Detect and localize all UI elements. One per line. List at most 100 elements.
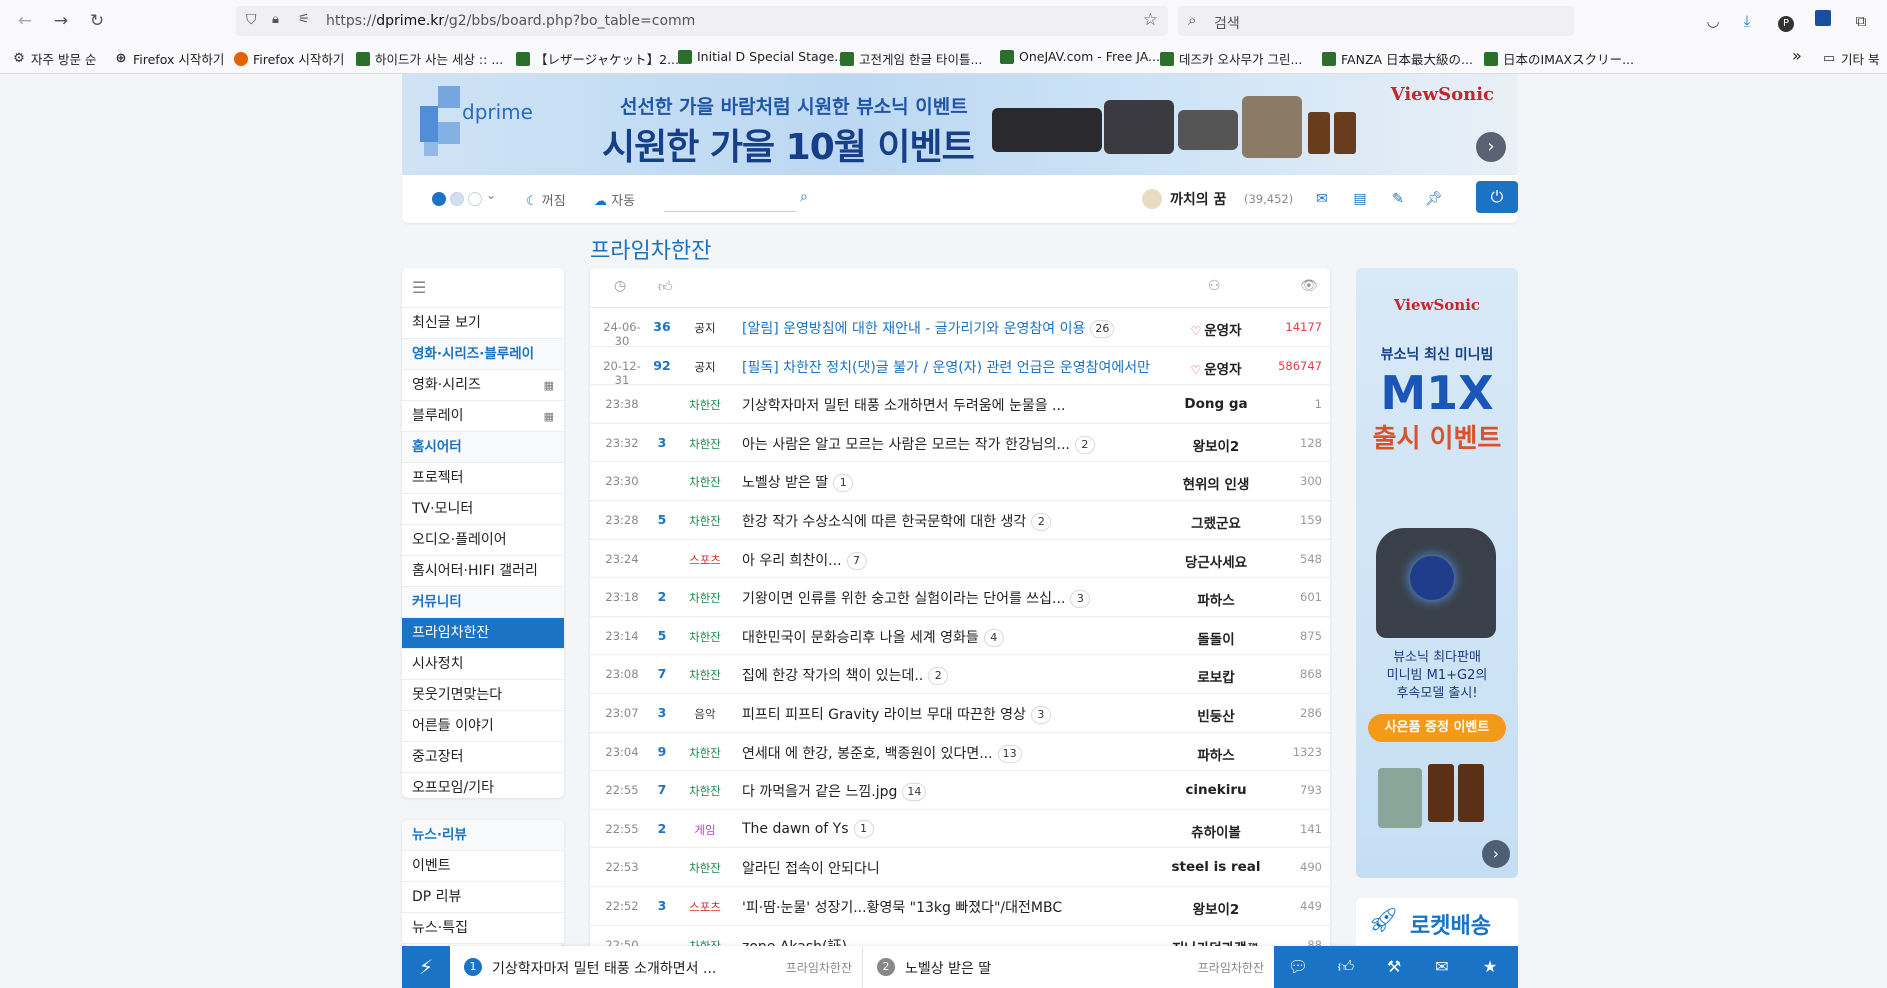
browser-search-bar[interactable]: ⌕ 검색 xyxy=(1178,6,1574,36)
post-category[interactable]: 차한잔 xyxy=(682,629,728,645)
extension-icon[interactable] xyxy=(1812,10,1834,32)
hammer-icon[interactable]: ⚒ xyxy=(1382,956,1406,978)
post-author[interactable]: 로보캅 xyxy=(1156,666,1276,686)
bottom-latest-post[interactable]: 1 기상학자마저 밀턴 태풍 소개하면서 ... 프라임차한잔 xyxy=(450,946,860,988)
post-category[interactable]: 스포츠 xyxy=(682,899,728,915)
sidebar-item[interactable]: 시사정치 xyxy=(402,649,564,680)
thumbs-up-icon[interactable]: 👍︎ xyxy=(658,278,673,295)
post-subject-link[interactable]: The dawn of Ys 1 xyxy=(742,819,874,838)
extensions-puzzle-icon[interactable]: ⧉ xyxy=(1850,10,1872,32)
sidebar-item[interactable]: 프로젝터 xyxy=(402,463,564,494)
post-category[interactable]: 차한잔 xyxy=(682,783,728,799)
permissions-icon[interactable]: ⚟ xyxy=(298,12,310,27)
sidebar-item[interactable]: 블루레이 ▦ xyxy=(402,401,564,432)
post-row[interactable]: 23:28 5 차한잔 한강 작가 수상소식에 따른 한국문학에 대한 생각 2 그랬군요… xyxy=(590,501,1330,540)
post-row[interactable]: 23:32 3 차한잔 아는 사람은 알고 모르는 사람은 모르는 작가 한강님의..… xyxy=(590,424,1330,463)
post-author[interactable]: 그랬군요 xyxy=(1156,512,1276,532)
post-row[interactable]: 22:53 차한잔 알라딘 접속이 안되다니 steel is real 490 xyxy=(590,848,1330,887)
post-row[interactable]: 23:30 차한잔 노벨상 받은 딸 1 현위의 인생 300 xyxy=(590,462,1330,501)
chat-icon[interactable]: 💬︎ xyxy=(1286,956,1310,978)
bookmark-item[interactable]: 고전게임 한글 타이틀... xyxy=(840,49,982,68)
rocket-delivery-ad[interactable]: 🚀︎ 로켓배송 xyxy=(1356,898,1518,946)
bookmark-item[interactable]: 하이드가 사는 세상 :: ... xyxy=(356,49,503,68)
post-author[interactable]: 빈둥산 xyxy=(1156,705,1276,725)
post-row[interactable]: 22:55 2 게임 The dawn of Ys 1 츄하이볼 141 xyxy=(590,810,1330,849)
theme-dot-blue[interactable] xyxy=(432,192,446,206)
post-subject-link[interactable]: 노벨상 받은 딸1 xyxy=(742,472,854,493)
banner-next-icon[interactable]: › xyxy=(1476,132,1506,162)
side-banner-ad[interactable]: ViewSonic 뷰소닉 최신 미니빔 M1X 출시 이벤트 뷰소닉 최다판매… xyxy=(1356,268,1518,878)
avatar[interactable] xyxy=(1142,189,1162,209)
mail-icon[interactable]: ✉ xyxy=(1312,189,1332,209)
post-row[interactable]: 23:08 7 차한잔 집에 한강 작가의 책이 있는데.. 2 로보캅 868 xyxy=(590,655,1330,694)
bookmarks-overflow-icon[interactable]: » xyxy=(1792,46,1802,65)
post-author[interactable]: 파하스 xyxy=(1156,589,1276,609)
site-search-input[interactable] xyxy=(664,186,796,212)
post-row[interactable]: 22:55 7 차한잔 다 까먹을거 같은 느낌.jpg 14 cinekiru 793 xyxy=(590,771,1330,810)
clock-icon[interactable]: ◷ xyxy=(614,278,626,294)
pin-icon[interactable]: 📌︎ xyxy=(1424,189,1444,209)
sidebar-item[interactable]: TV·모니터 xyxy=(402,494,564,525)
post-author[interactable]: 왕보이2 xyxy=(1156,435,1276,455)
post-subject-link[interactable]: 한강 작가 수상소식에 따른 한국문학에 대한 생각 2 xyxy=(742,511,1052,531)
sidebar-item[interactable]: 최신글 보기 xyxy=(402,308,564,339)
lock-icon[interactable]: 🔒︎ xyxy=(272,12,279,27)
post-category[interactable]: 차한잔 xyxy=(682,474,728,490)
post-subject-link[interactable]: [알림] 운영방침에 대한 재안내 - 글가리기와 운영참여 이용 26 xyxy=(742,318,1115,338)
forward-icon[interactable]: → xyxy=(48,9,74,33)
auto-mode-toggle[interactable]: ☁ 자동 xyxy=(594,190,635,209)
pocket-icon[interactable]: ◡ xyxy=(1702,10,1724,32)
sidebar-category[interactable]: 뉴스·리뷰 xyxy=(402,820,564,851)
post-row[interactable]: 23:14 5 차한잔 대한민국이 문화승리후 나올 세계 영화들 4 돌돌이 875 xyxy=(590,617,1330,656)
post-author[interactable]: 왕보이2 xyxy=(1156,898,1276,918)
post-category[interactable]: 게임 xyxy=(682,822,728,838)
post-author[interactable]: cinekiru xyxy=(1156,782,1276,798)
back-icon[interactable]: ← xyxy=(12,9,38,33)
post-row[interactable]: 20-12-31 92 공지 [필독] 차한잔 정치(댓)글 불가 / 운영(자) 관… xyxy=(590,347,1330,387)
post-subject-link[interactable]: 아는 사람은 알고 모르는 사람은 모르는 작가 한강님의... 2 xyxy=(742,434,1095,454)
bookmark-item[interactable]: ⚙ 자주 방문 순 xyxy=(12,49,96,68)
sidebar-category[interactable]: 홈시어터 xyxy=(402,432,564,463)
post-subject-link[interactable]: 기상학자마저 밀턴 태풍 소개하면서 두려움에 눈물을 ... xyxy=(742,395,1065,415)
bookmark-item[interactable]: ▭ 기타 북 xyxy=(1822,49,1880,68)
post-category[interactable]: 차한잔 xyxy=(682,513,728,529)
url-text[interactable]: https://dprime.kr/g2/bbs/board.php?bo_ta… xyxy=(326,13,695,29)
sidebar-item[interactable]: 중고장터 xyxy=(402,742,564,773)
post-subject-link[interactable]: [필독] 차한잔 정치(댓)글 불가 / 운영(자) 관련 언급은 운영참여에서… xyxy=(742,357,1150,377)
post-subject-link[interactable]: 피프티 피프티 Gravity 라이브 무대 따끈한 영상 3 xyxy=(742,704,1051,724)
post-row[interactable]: 23:18 2 차한잔 기왕이면 인류를 위한 숭고한 실험이라는 단어를 쓰십...… xyxy=(590,578,1330,617)
post-row[interactable]: 23:24 스포츠 아 우리 희찬이... 7 당근사세요 548 xyxy=(590,540,1330,579)
post-author[interactable]: ♡ 운영자 xyxy=(1156,319,1276,339)
post-subject-link[interactable]: 알라딘 접속이 안되다니 xyxy=(742,858,880,878)
top-banner-ad[interactable]: dprime 선선한 가을 바람처럼 시원한 뷰소닉 이벤트 시원한 가을 10… xyxy=(402,74,1518,175)
eye-icon[interactable]: 👁︎ xyxy=(1300,278,1318,294)
mail-icon[interactable]: ✉ xyxy=(1430,956,1454,978)
post-subject-link[interactable]: 기왕이면 인류를 위한 숭고한 실험이라는 단어를 쓰십... 3 xyxy=(742,588,1091,609)
sidebar-item[interactable]: 오프모임/기타 xyxy=(402,773,564,798)
sidebar-item[interactable]: 뉴스·특집 xyxy=(402,913,564,944)
sidebar-item[interactable]: 이벤트 xyxy=(402,851,564,882)
theme-dot-light[interactable] xyxy=(450,192,464,206)
url-bar[interactable]: ⛉ 🔒︎ ⚟ https://dprime.kr/g2/bbs/board.ph… xyxy=(236,6,1168,36)
post-category[interactable]: 차한잔 xyxy=(682,745,728,761)
bookmark-item[interactable]: OneJAV.com - Free JA... xyxy=(1000,49,1160,64)
post-author[interactable]: Dong ga xyxy=(1156,396,1276,412)
bookmark-item[interactable]: ⊕ Firefox 시작하기 xyxy=(114,49,225,68)
bookmark-item[interactable]: Firefox 시작하기 xyxy=(234,49,344,68)
profile-p-icon[interactable]: P xyxy=(1775,10,1797,32)
sidebar-item[interactable]: DP 리뷰 xyxy=(402,882,564,913)
search-icon[interactable]: ⌕ xyxy=(800,189,808,205)
bookmark-item[interactable]: 데즈카 오사무가 그린... xyxy=(1160,49,1302,68)
post-author[interactable]: 현위의 인생 xyxy=(1156,473,1276,493)
post-author[interactable]: 돌돌이 xyxy=(1156,628,1276,648)
post-subject-link[interactable]: 다 까먹을거 같은 느낌.jpg 14 xyxy=(742,781,927,802)
bookmark-item[interactable]: FANZA 日本最大級の... xyxy=(1322,49,1473,68)
post-category[interactable]: 공지 xyxy=(682,359,728,375)
bottom-latest-post[interactable]: 2 노벨상 받은 딸 프라임차한잔 xyxy=(862,946,1272,988)
calendar-icon[interactable]: ▦ xyxy=(544,370,554,401)
pencil-icon[interactable]: ✎ xyxy=(1388,189,1408,209)
dprime-logo[interactable]: dprime xyxy=(420,86,533,166)
post-category[interactable]: 음악 xyxy=(682,706,728,722)
post-subject-link[interactable]: '피·땀·눈물' 성장기...황영묵 "13kg 빠졌다"/대전MBC xyxy=(742,897,1062,917)
post-author[interactable]: 당근사세요 xyxy=(1156,551,1276,571)
